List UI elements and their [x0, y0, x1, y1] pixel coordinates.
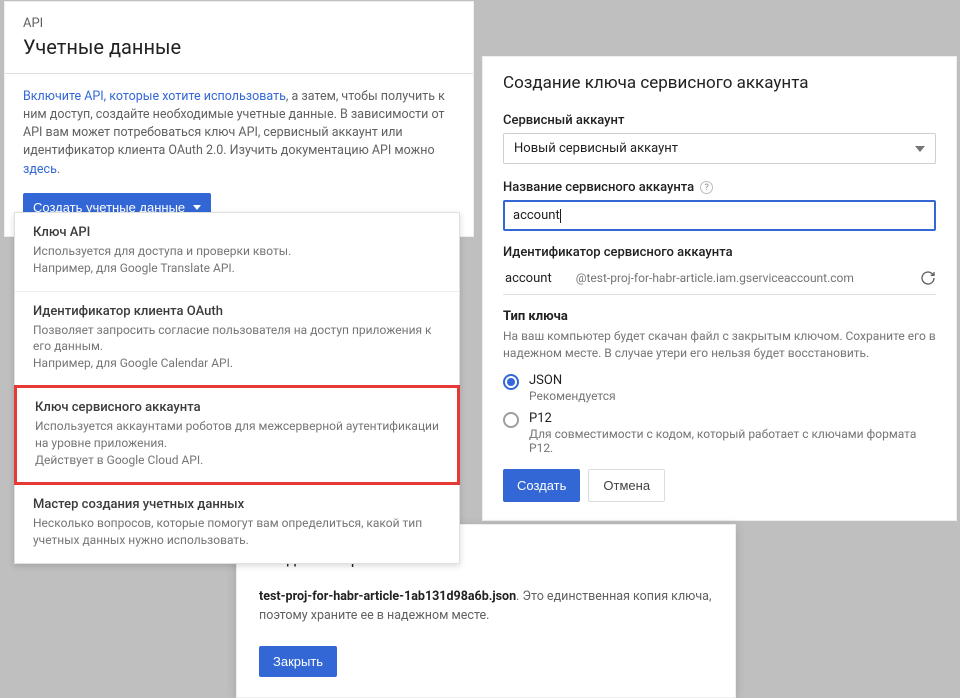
intro-text: Включите API, которые хотите использоват…	[23, 88, 455, 179]
enable-apis-link[interactable]: Включите API, которые хотите использоват…	[23, 89, 286, 104]
service-account-id-label: Идентификатор сервисного аккаунта	[503, 245, 936, 260]
radio-json[interactable]: JSON Рекомендуется	[503, 373, 936, 403]
service-account-value: Новый сервисный аккаунт	[514, 141, 678, 156]
dropdown-item-oauth-client[interactable]: Идентификатор клиента OAuth Позволяет за…	[15, 291, 459, 386]
radio-unselected-icon	[503, 412, 519, 428]
dropdown-item-desc: Используется для доступа и проверки квот…	[33, 243, 441, 260]
dropdown-item-service-account-key[interactable]: Ключ сервисного аккаунта Используется ак…	[14, 385, 460, 485]
radio-p12-label: P12	[529, 411, 936, 426]
credentials-panel: API Учетные данные Включите API, которые…	[4, 1, 474, 237]
dropdown-item-desc: Используется аккаунтами роботов для межс…	[35, 418, 439, 452]
radio-p12[interactable]: P12 Для совместимости с кодом, который р…	[503, 411, 936, 455]
dropdown-item-wizard[interactable]: Мастер создания учетных данных Несколько…	[15, 484, 459, 563]
key-type-desc: На ваш компьютер будет скачан файл с зак…	[503, 328, 936, 363]
help-icon[interactable]: ?	[700, 181, 713, 194]
dropdown-item-title: Мастер создания учетных данных	[33, 497, 441, 512]
service-account-id-row: account @test-proj-for-habr-article.iam.…	[503, 265, 936, 295]
dropdown-item-desc: Позволяет запросить согласие пользовател…	[33, 322, 441, 356]
dialog-filename: test-proj-for-habr-article-1ab131d98a6b.…	[259, 589, 516, 604]
radio-json-sub: Рекомендуется	[529, 389, 616, 403]
cancel-button[interactable]: Отмена	[588, 469, 665, 502]
api-label: API	[23, 16, 455, 31]
credentials-header: API Учетные данные	[5, 2, 473, 74]
button-row: Создать Отмена	[503, 469, 936, 502]
key-type-label: Тип ключа	[503, 309, 936, 324]
dropdown-item-title: Ключ сервисного аккаунта	[35, 400, 439, 415]
service-account-select[interactable]: Новый сервисный аккаунт	[503, 133, 936, 164]
refresh-icon[interactable]	[920, 270, 936, 286]
close-button[interactable]: Закрыть	[259, 646, 337, 677]
service-account-name-input[interactable]: account	[503, 200, 936, 231]
service-account-id-prefix: account	[505, 271, 576, 286]
panel-title: Создание ключа сервисного аккаунта	[503, 73, 936, 93]
dropdown-item-api-key[interactable]: Ключ API Используется для доступа и пров…	[15, 213, 459, 291]
create-button[interactable]: Создать	[503, 469, 580, 502]
dialog-text: test-proj-for-habr-article-1ab131d98a6b.…	[259, 588, 713, 626]
service-account-label: Сервисный аккаунт	[503, 113, 936, 128]
dropdown-item-desc: Например, для Google Calendar API.	[33, 355, 441, 372]
create-service-account-key-panel: Создание ключа сервисного аккаунта Серви…	[482, 56, 957, 521]
dropdown-item-desc: Действует в Google Cloud API.	[35, 452, 439, 469]
create-credentials-dropdown: Ключ API Используется для доступа и пров…	[14, 212, 460, 564]
service-account-name-label: Название сервисного аккаунта ?	[503, 180, 936, 195]
docs-here-link[interactable]: здесь	[23, 162, 57, 177]
radio-selected-icon	[503, 374, 519, 390]
radio-json-label: JSON	[529, 373, 616, 388]
dropdown-item-desc: Например, для Google Translate API.	[33, 260, 441, 277]
chevron-down-icon	[915, 146, 925, 152]
page-title: Учетные данные	[23, 35, 455, 59]
service-account-id-suffix: @test-proj-for-habr-article.iam.gservice…	[576, 271, 910, 285]
radio-p12-sub: Для совместимости с кодом, который работ…	[529, 427, 936, 455]
text-cursor	[560, 209, 561, 223]
dropdown-item-title: Идентификатор клиента OAuth	[33, 304, 441, 319]
caret-down-icon	[193, 205, 201, 210]
dropdown-item-title: Ключ API	[33, 225, 441, 240]
dropdown-item-desc: Несколько вопросов, которые помогут вам …	[33, 515, 441, 549]
